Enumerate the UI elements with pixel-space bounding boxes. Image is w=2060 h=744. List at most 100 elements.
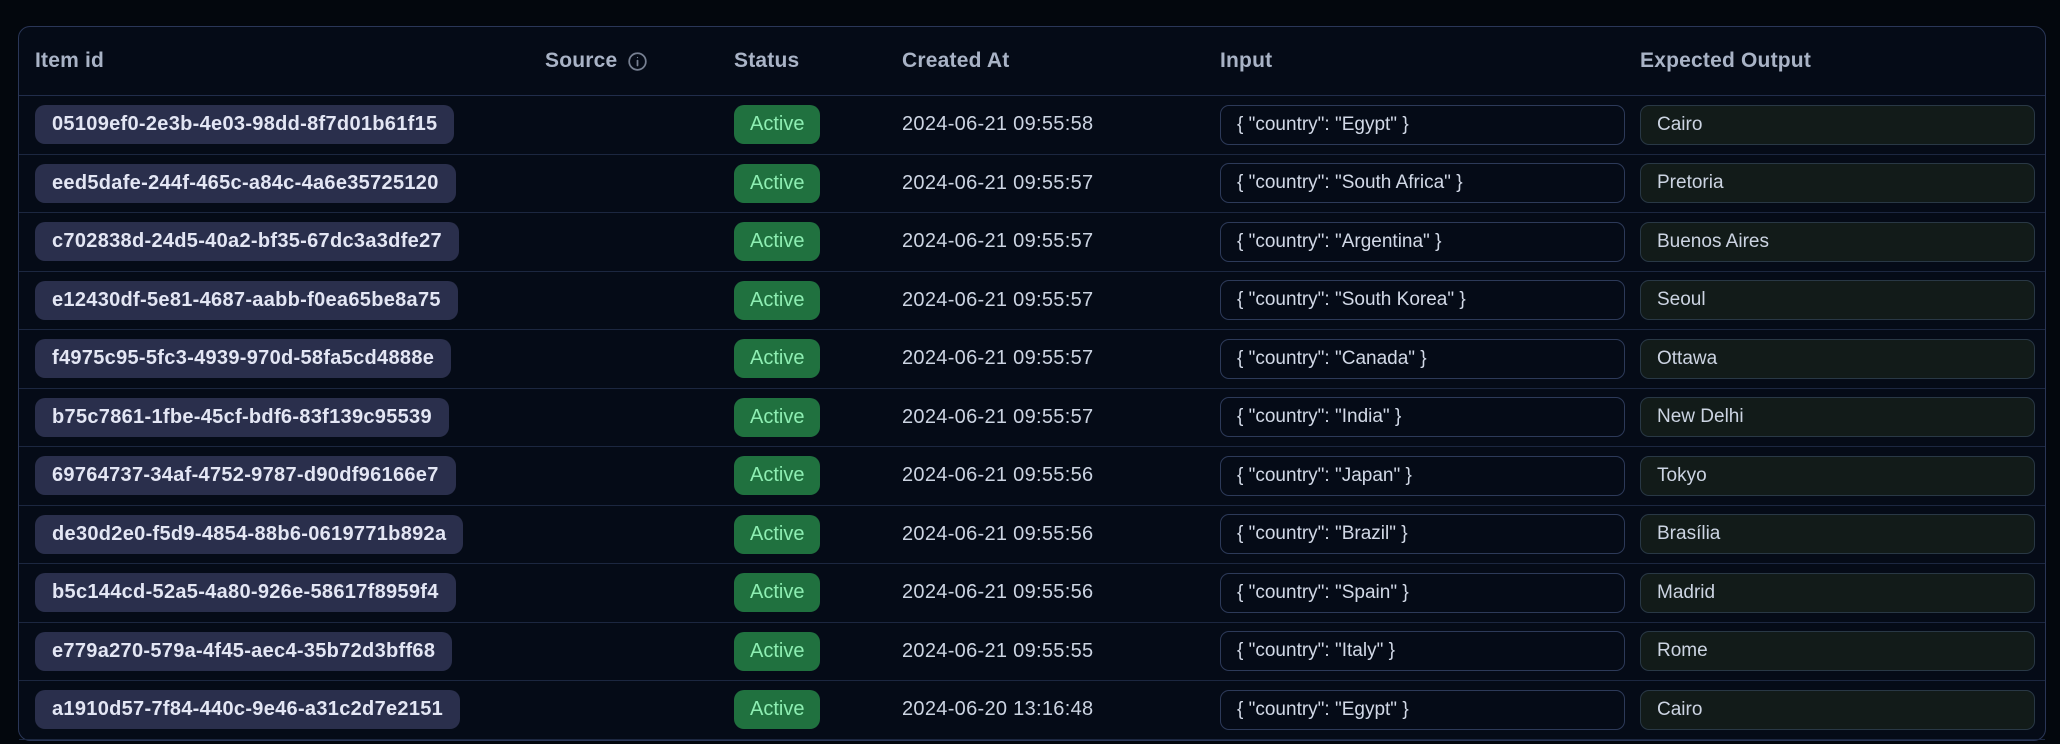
created-at-cell: 2024-06-21 09:55:57 bbox=[902, 289, 1220, 312]
item-id-pill[interactable]: b5c144cd-52a5-4a80-926e-58617f8959f4 bbox=[35, 573, 456, 612]
expected-output-cell: Cairo bbox=[1640, 690, 2045, 730]
status-cell: Active bbox=[734, 164, 902, 203]
input-cell: { "country": "Italy" } bbox=[1220, 631, 1640, 671]
column-header-source-label: Source bbox=[545, 49, 617, 73]
item-id-pill[interactable]: f4975c95-5fc3-4939-970d-58fa5cd4888e bbox=[35, 339, 451, 378]
expected-output-box: Ottawa bbox=[1640, 339, 2035, 379]
expected-output-box: Cairo bbox=[1640, 105, 2035, 145]
expected-output-cell: Cairo bbox=[1640, 105, 2045, 145]
input-value-box: { "country": "Brazil" } bbox=[1220, 514, 1625, 554]
table-header-row: Item id Source Status Created At Input E… bbox=[19, 27, 2045, 96]
expected-output-box: Brasília bbox=[1640, 514, 2035, 554]
expected-output-cell: New Delhi bbox=[1640, 397, 2045, 437]
input-cell: { "country": "Egypt" } bbox=[1220, 105, 1640, 145]
status-badge: Active bbox=[734, 339, 820, 378]
column-header-input: Input bbox=[1220, 49, 1640, 73]
table-row: 05109ef0-2e3b-4e03-98dd-8f7d01b61f15 Act… bbox=[19, 96, 2045, 155]
input-cell: { "country": "Canada" } bbox=[1220, 339, 1640, 379]
expected-output-box: Cairo bbox=[1640, 690, 2035, 730]
table-row: b75c7861-1fbe-45cf-bdf6-83f139c95539 Act… bbox=[19, 389, 2045, 448]
item-id-pill[interactable]: a1910d57-7f84-440c-9e46-a31c2d7e2151 bbox=[35, 690, 460, 729]
table-row: eed5dafe-244f-465c-a84c-4a6e35725120 Act… bbox=[19, 155, 2045, 214]
input-cell: { "country": "Japan" } bbox=[1220, 456, 1640, 496]
item-id-pill[interactable]: eed5dafe-244f-465c-a84c-4a6e35725120 bbox=[35, 164, 456, 203]
input-cell: { "country": "South Korea" } bbox=[1220, 280, 1640, 320]
expected-output-cell: Buenos Aires bbox=[1640, 222, 2045, 262]
input-cell: { "country": "Spain" } bbox=[1220, 573, 1640, 613]
created-at-cell: 2024-06-21 09:55:57 bbox=[902, 172, 1220, 195]
expected-output-cell: Seoul bbox=[1640, 280, 2045, 320]
dataset-items-table: Item id Source Status Created At Input E… bbox=[18, 26, 2046, 741]
status-cell: Active bbox=[734, 339, 902, 378]
expected-output-cell: Madrid bbox=[1640, 573, 2045, 613]
status-badge: Active bbox=[734, 573, 820, 612]
expected-output-box: New Delhi bbox=[1640, 397, 2035, 437]
created-at-cell: 2024-06-21 09:55:56 bbox=[902, 581, 1220, 604]
status-cell: Active bbox=[734, 398, 902, 437]
created-at-cell: 2024-06-21 09:55:56 bbox=[902, 523, 1220, 546]
expected-output-cell: Brasília bbox=[1640, 514, 2045, 554]
expected-output-box: Rome bbox=[1640, 631, 2035, 671]
created-at-cell: 2024-06-21 09:55:57 bbox=[902, 406, 1220, 429]
input-cell: { "country": "Argentina" } bbox=[1220, 222, 1640, 262]
input-value-box: { "country": "Spain" } bbox=[1220, 573, 1625, 613]
input-value-box: { "country": "Egypt" } bbox=[1220, 105, 1625, 145]
status-badge: Active bbox=[734, 222, 820, 261]
item-id-pill[interactable]: 69764737-34af-4752-9787-d90df96166e7 bbox=[35, 456, 456, 495]
table-row: f4975c95-5fc3-4939-970d-58fa5cd4888e Act… bbox=[19, 330, 2045, 389]
created-at-cell: 2024-06-21 09:55:58 bbox=[902, 113, 1220, 136]
input-value-box: { "country": "South Korea" } bbox=[1220, 280, 1625, 320]
table-row: e779a270-579a-4f45-aec4-35b72d3bff68 Act… bbox=[19, 623, 2045, 682]
item-id-pill[interactable]: de30d2e0-f5d9-4854-88b6-0619771b892a bbox=[35, 515, 463, 554]
expected-output-cell: Tokyo bbox=[1640, 456, 2045, 496]
input-cell: { "country": "South Africa" } bbox=[1220, 163, 1640, 203]
status-cell: Active bbox=[734, 222, 902, 261]
item-id-pill[interactable]: b75c7861-1fbe-45cf-bdf6-83f139c95539 bbox=[35, 398, 449, 437]
item-id-pill[interactable]: e12430df-5e81-4687-aabb-f0ea65be8a75 bbox=[35, 281, 458, 320]
item-id-cell: c702838d-24d5-40a2-bf35-67dc3a3dfe27 bbox=[19, 222, 545, 261]
input-cell: { "country": "India" } bbox=[1220, 397, 1640, 437]
item-id-cell: e779a270-579a-4f45-aec4-35b72d3bff68 bbox=[19, 632, 545, 671]
table-row: b5c144cd-52a5-4a80-926e-58617f8959f4 Act… bbox=[19, 564, 2045, 623]
input-value-box: { "country": "Egypt" } bbox=[1220, 690, 1625, 730]
table-row: e12430df-5e81-4687-aabb-f0ea65be8a75 Act… bbox=[19, 272, 2045, 331]
item-id-pill[interactable]: 05109ef0-2e3b-4e03-98dd-8f7d01b61f15 bbox=[35, 105, 454, 144]
created-at-cell: 2024-06-21 09:55:55 bbox=[902, 640, 1220, 663]
created-at-cell: 2024-06-20 13:16:48 bbox=[902, 698, 1220, 721]
status-cell: Active bbox=[734, 105, 902, 144]
expected-output-cell: Rome bbox=[1640, 631, 2045, 671]
item-id-cell: b5c144cd-52a5-4a80-926e-58617f8959f4 bbox=[19, 573, 545, 612]
expected-output-box: Pretoria bbox=[1640, 163, 2035, 203]
column-header-status: Status bbox=[734, 49, 902, 73]
input-value-box: { "country": "India" } bbox=[1220, 397, 1625, 437]
input-cell: { "country": "Brazil" } bbox=[1220, 514, 1640, 554]
item-id-cell: b75c7861-1fbe-45cf-bdf6-83f139c95539 bbox=[19, 398, 545, 437]
input-value-box: { "country": "Canada" } bbox=[1220, 339, 1625, 379]
column-header-expected-output: Expected Output bbox=[1640, 49, 2045, 73]
column-header-source: Source bbox=[545, 49, 734, 73]
status-cell: Active bbox=[734, 632, 902, 671]
table-row: a1910d57-7f84-440c-9e46-a31c2d7e2151 Act… bbox=[19, 681, 2045, 740]
status-badge: Active bbox=[734, 281, 820, 320]
item-id-cell: e12430df-5e81-4687-aabb-f0ea65be8a75 bbox=[19, 281, 545, 320]
expected-output-box: Buenos Aires bbox=[1640, 222, 2035, 262]
status-cell: Active bbox=[734, 690, 902, 729]
input-value-box: { "country": "Italy" } bbox=[1220, 631, 1625, 671]
status-badge: Active bbox=[734, 456, 820, 495]
info-circle-icon[interactable] bbox=[627, 51, 648, 72]
created-at-cell: 2024-06-21 09:55:56 bbox=[902, 464, 1220, 487]
status-badge: Active bbox=[734, 105, 820, 144]
status-cell: Active bbox=[734, 515, 902, 554]
column-header-item-id: Item id bbox=[19, 49, 545, 73]
item-id-pill[interactable]: c702838d-24d5-40a2-bf35-67dc3a3dfe27 bbox=[35, 222, 459, 261]
item-id-pill[interactable]: e779a270-579a-4f45-aec4-35b72d3bff68 bbox=[35, 632, 452, 671]
table-row: de30d2e0-f5d9-4854-88b6-0619771b892a Act… bbox=[19, 506, 2045, 565]
input-cell: { "country": "Egypt" } bbox=[1220, 690, 1640, 730]
item-id-cell: f4975c95-5fc3-4939-970d-58fa5cd4888e bbox=[19, 339, 545, 378]
item-id-cell: de30d2e0-f5d9-4854-88b6-0619771b892a bbox=[19, 515, 545, 554]
item-id-cell: 69764737-34af-4752-9787-d90df96166e7 bbox=[19, 456, 545, 495]
table-row: 69764737-34af-4752-9787-d90df96166e7 Act… bbox=[19, 447, 2045, 506]
created-at-cell: 2024-06-21 09:55:57 bbox=[902, 230, 1220, 253]
table-body: 05109ef0-2e3b-4e03-98dd-8f7d01b61f15 Act… bbox=[19, 96, 2045, 740]
status-cell: Active bbox=[734, 456, 902, 495]
